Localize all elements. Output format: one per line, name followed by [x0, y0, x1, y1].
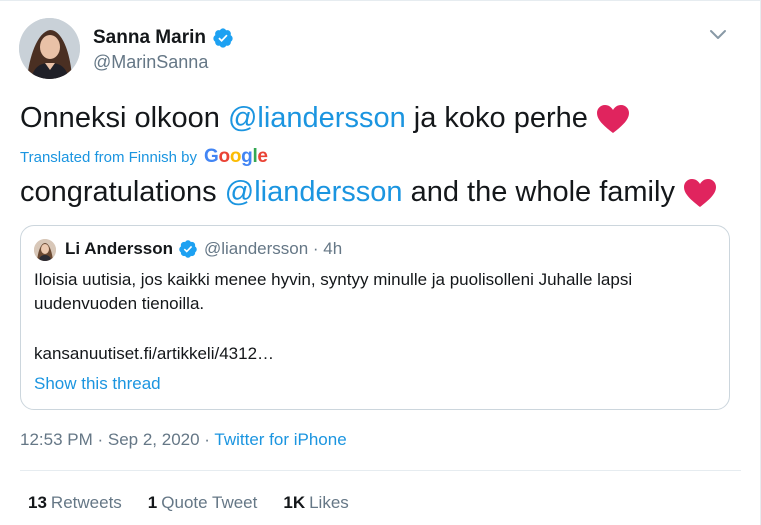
mention-link[interactable]: @liandersson	[228, 102, 406, 135]
retweets-stat[interactable]: 13 Retweets	[28, 493, 122, 513]
tweet-meta: 12:53 PM · Sep 2, 2020 · Twitter for iPh…	[20, 430, 347, 450]
quoted-tweet-card[interactable]: Li Andersson @liandersson · 4h Iloisia u…	[20, 225, 730, 410]
verified-badge-icon	[213, 28, 233, 48]
quoted-header: Li Andersson @liandersson · 4h	[65, 239, 342, 259]
google-letter: G	[204, 146, 219, 167]
quoted-author-name: Li Andersson	[65, 239, 173, 258]
translated-from-label[interactable]: Translated from Finnish by Google	[20, 146, 268, 168]
quoted-tweet-link: kansanuutiset.fi/artikkeli/4312…	[34, 344, 275, 363]
chevron-down-icon[interactable]	[707, 26, 729, 44]
top-border	[0, 0, 761, 1]
google-letter: o	[229, 146, 242, 167]
author-handle[interactable]: @MarinSanna	[93, 52, 208, 73]
author-name-text[interactable]: Sanna Marin	[93, 27, 206, 49]
translated-label-text[interactable]: Translated from Finnish by	[20, 149, 197, 166]
verified-badge-icon	[179, 240, 197, 258]
translation-mention-link[interactable]: @liandersson	[225, 176, 403, 209]
divider	[20, 470, 741, 471]
retweets-label: Retweets	[50, 493, 122, 512]
timestamp-link[interactable]: 12:53 PM · Sep 2, 2020	[20, 430, 200, 449]
red-heart-icon	[596, 104, 629, 133]
likes-label: Likes	[309, 493, 349, 512]
red-heart-icon	[683, 178, 716, 207]
quoted-author-handle: @liandersson · 4h	[204, 239, 343, 258]
meta-separator: ·	[199, 430, 215, 449]
google-letter: o	[218, 146, 231, 167]
quoted-author-avatar	[34, 239, 56, 261]
author-avatar[interactable]	[19, 18, 80, 79]
quote-tweets-stat[interactable]: 1 Quote Tweet	[148, 493, 258, 513]
likes-stat[interactable]: 1K Likes	[283, 493, 348, 513]
translation-text-part: congratulations	[20, 176, 225, 208]
author-name[interactable]: Sanna Marin	[93, 27, 234, 49]
translation-text-part: and the whole family	[402, 176, 675, 208]
google-logo: Google	[204, 146, 268, 168]
source-link[interactable]: Twitter for iPhone	[214, 430, 346, 449]
quoted-tweet-body: Iloisia uutisia, jos kaikki menee hyvin,…	[34, 270, 633, 313]
google-letter: g	[241, 146, 253, 167]
retweets-count: 13	[28, 493, 47, 512]
quotes-count: 1	[147, 493, 158, 512]
likes-count: 1K	[283, 493, 306, 512]
quotes-label: Quote Tweet	[161, 493, 258, 512]
tweet-text-part: ja koko perhe	[405, 102, 588, 134]
show-thread-link[interactable]: Show this thread	[34, 374, 161, 394]
translation-text: congratulations @liandersson and the who…	[20, 176, 717, 209]
tweet-text-part: Onneksi olkoon	[20, 102, 228, 134]
tweet-text: Onneksi olkoon @liandersson ja koko perh…	[20, 102, 630, 135]
google-letter: e	[257, 146, 268, 167]
engagement-stats: 13 Retweets 1 Quote Tweet 1K Likes	[28, 493, 375, 513]
